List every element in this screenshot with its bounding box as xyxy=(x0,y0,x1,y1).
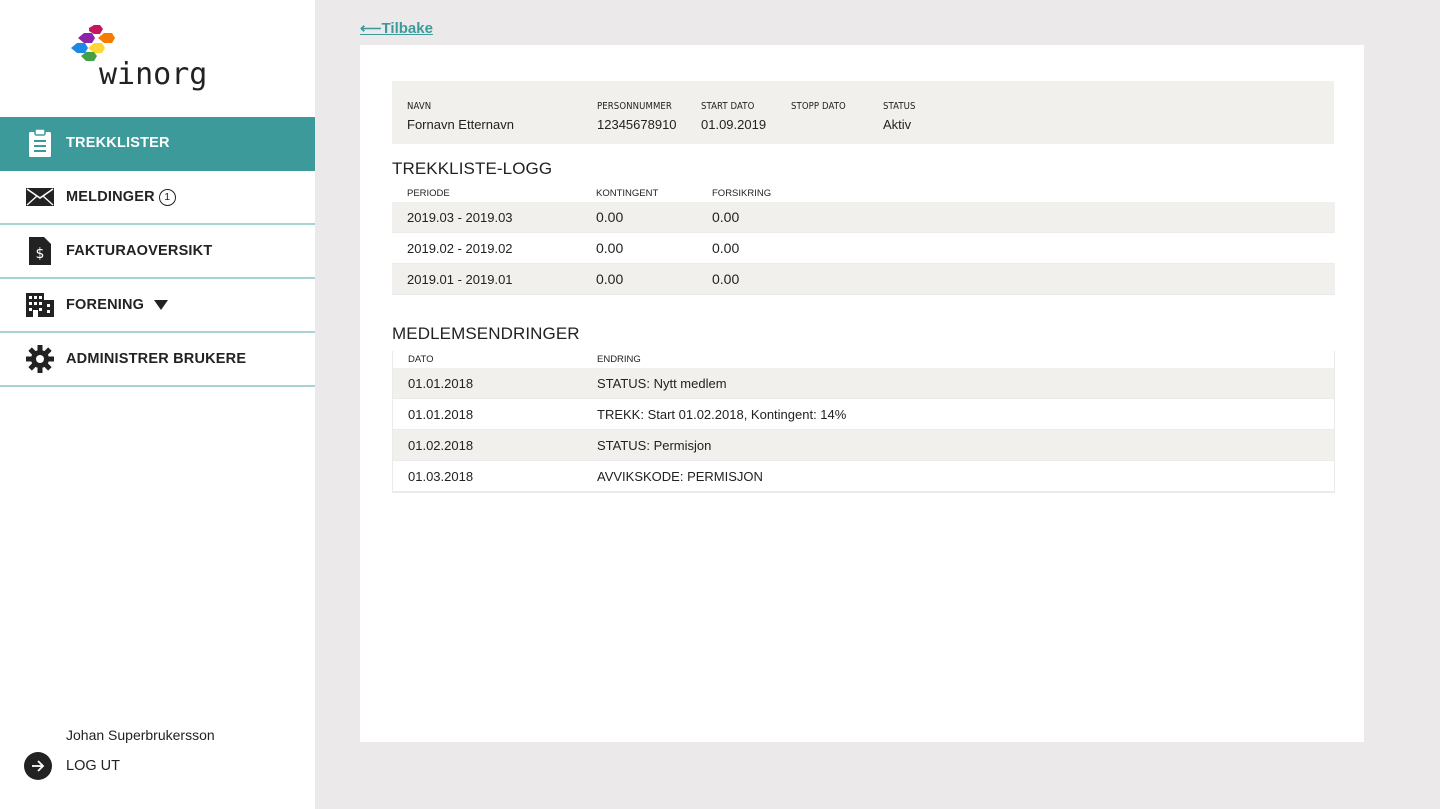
main-nav: TREKKLISTER MELDINGER 1 $ FAKTURAOVERSIK… xyxy=(0,117,315,387)
building-icon xyxy=(26,291,54,319)
info-personnummer-value: 12345678910 xyxy=(597,117,677,132)
info-start-date-header: START DATO xyxy=(701,101,755,112)
info-stop-date-header: STOPP DATO xyxy=(791,101,846,112)
table-row[interactable]: 2019.02 - 2019.02 0.00 0.00 xyxy=(392,233,1335,264)
cell-dato: 01.01.2018 xyxy=(408,407,474,422)
medlemsendringer-title: MEDLEMSENDRINGER xyxy=(392,324,580,343)
info-personnummer: PERSONNUMMER 12345678910 xyxy=(597,101,677,132)
cell-endring: STATUS: Permisjon xyxy=(597,438,712,453)
table-header: DATO ENDRING xyxy=(393,351,1334,368)
nav-label-forening-text: FORENING xyxy=(66,297,145,313)
table-row[interactable]: 01.03.2018 AVVIKSKODE: PERMISJON xyxy=(393,461,1334,492)
table-row[interactable]: 01.01.2018 TREKK: Start 01.02.2018, Kont… xyxy=(393,399,1334,430)
arrow-right-icon xyxy=(24,752,52,780)
info-stop-date: STOPP DATO xyxy=(791,101,846,117)
gear-icon xyxy=(26,345,54,373)
info-start-date-value: 01.09.2019 xyxy=(701,117,767,132)
current-user-name: Johan Superbrukersson xyxy=(66,727,215,743)
logo-text: winorg xyxy=(99,57,208,92)
nav-item-fakturaoversikt[interactable]: $ FAKTURAOVERSIKT xyxy=(0,225,315,279)
table-row[interactable]: 01.01.2018 STATUS: Nytt medlem xyxy=(393,368,1334,399)
cell-dato: 01.01.2018 xyxy=(408,376,474,391)
member-detail-card: NAVN Fornavn Etternavn PERSONNUMMER 1234… xyxy=(360,45,1364,742)
info-personnummer-header: PERSONNUMMER xyxy=(597,101,672,112)
cell-dato: 01.02.2018 xyxy=(408,438,474,453)
table-row[interactable]: 2019.01 - 2019.01 0.00 0.00 xyxy=(392,264,1335,295)
table-row[interactable]: 2019.03 - 2019.03 0.00 0.00 xyxy=(392,202,1335,233)
envelope-icon xyxy=(26,183,54,211)
info-status: STATUS Aktiv xyxy=(883,101,916,132)
svg-text:$: $ xyxy=(36,246,45,262)
column-header-periode: PERIODE xyxy=(407,188,450,199)
nav-label-fakturaoversikt: FAKTURAOVERSIKT xyxy=(66,243,213,259)
cell-periode: 2019.02 - 2019.02 xyxy=(407,241,513,256)
trekkliste-logg-table: PERIODE KONTINGENT FORSIKRING 2019.03 - … xyxy=(392,185,1335,295)
cell-endring: TREKK: Start 01.02.2018, Kontingent: 14% xyxy=(597,407,847,422)
column-header-kontingent: KONTINGENT xyxy=(596,188,659,199)
winorg-logo[interactable]: winorg xyxy=(68,24,208,96)
logout-button[interactable]: LOG UT xyxy=(24,752,120,780)
member-info-box: NAVN Fornavn Etternavn PERSONNUMMER 1234… xyxy=(392,81,1334,144)
nav-item-forening[interactable]: FORENING xyxy=(0,279,315,333)
logout-label: LOG UT xyxy=(66,758,120,774)
back-link[interactable]: ⟵Tilbake xyxy=(360,19,433,37)
chevron-down-icon[interactable] xyxy=(154,300,169,310)
nav-label-meldinger-text: MELDINGER xyxy=(66,189,155,205)
cell-forsikring: 0.00 xyxy=(712,209,740,225)
cell-forsikring: 0.00 xyxy=(712,240,740,256)
nav-label-forening: FORENING xyxy=(66,297,169,313)
medlemsendringer-table: DATO ENDRING 01.01.2018 STATUS: Nytt med… xyxy=(392,351,1335,493)
info-name-value: Fornavn Etternavn xyxy=(407,117,514,132)
nav-label-trekklister: TREKKLISTER xyxy=(66,135,170,151)
unread-count-badge: 1 xyxy=(158,188,176,206)
column-header-endring: ENDRING xyxy=(597,354,641,365)
cell-forsikring: 0.00 xyxy=(712,271,740,287)
cell-kontingent: 0.00 xyxy=(596,209,624,225)
info-name-header: NAVN xyxy=(407,101,432,112)
nav-item-trekklister[interactable]: TREKKLISTER xyxy=(0,117,315,171)
sidebar: winorg TREKKLISTER MELDINGER 1 $ FAKTURA… xyxy=(0,0,315,809)
trekkliste-logg-title: TREKKLISTE-LOGG xyxy=(392,159,553,178)
cell-periode: 2019.01 - 2019.01 xyxy=(407,272,513,287)
info-status-value: Aktiv xyxy=(883,117,912,132)
nav-item-administrer-brukere[interactable]: ADMINISTRER BRUKERE xyxy=(0,333,315,387)
cell-kontingent: 0.00 xyxy=(596,240,624,256)
cell-periode: 2019.03 - 2019.03 xyxy=(407,210,513,225)
column-header-dato: DATO xyxy=(408,354,434,365)
info-name: NAVN Fornavn Etternavn xyxy=(407,101,514,132)
cell-kontingent: 0.00 xyxy=(596,271,624,287)
table-row[interactable]: 01.02.2018 STATUS: Permisjon xyxy=(393,430,1334,461)
table-header: PERIODE KONTINGENT FORSIKRING xyxy=(392,185,1335,202)
nav-item-meldinger[interactable]: MELDINGER 1 xyxy=(0,171,315,225)
cell-endring: STATUS: Nytt medlem xyxy=(597,376,727,391)
info-status-header: STATUS xyxy=(883,101,916,112)
nav-label-meldinger: MELDINGER 1 xyxy=(66,188,176,206)
clipboard-icon xyxy=(26,129,54,157)
cell-endring: AVVIKSKODE: PERMISJON xyxy=(597,469,763,484)
column-header-forsikring: FORSIKRING xyxy=(712,188,772,199)
invoice-dollar-icon: $ xyxy=(26,237,54,265)
cell-dato: 01.03.2018 xyxy=(408,469,474,484)
nav-label-administrer-brukere: ADMINISTRER BRUKERE xyxy=(66,351,247,367)
info-start-date: START DATO 01.09.2019 xyxy=(701,101,766,132)
